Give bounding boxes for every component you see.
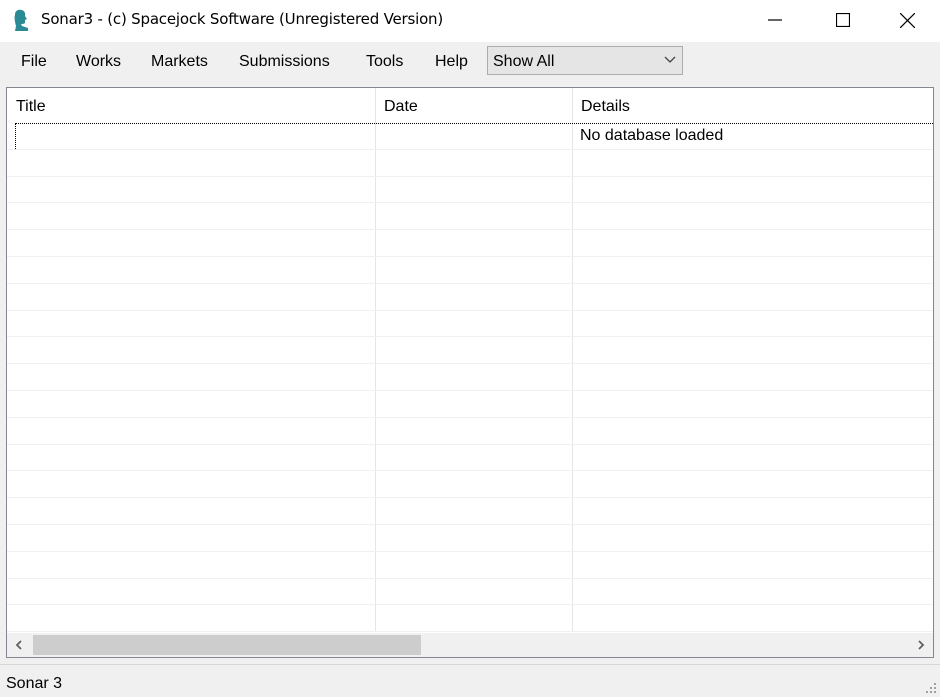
app-silhouette-icon	[14, 9, 28, 31]
list-row[interactable]	[7, 203, 933, 231]
scroll-thumb[interactable]	[33, 635, 421, 655]
menu-bar: File Works Markets Submissions Tools Hel…	[0, 42, 940, 80]
scroll-left-button[interactable]	[7, 633, 31, 657]
list-row[interactable]	[7, 257, 933, 284]
close-button[interactable]	[884, 0, 930, 40]
menu-markets[interactable]: Markets	[151, 53, 208, 71]
list-row[interactable]	[7, 418, 933, 445]
resize-grip-icon[interactable]	[925, 682, 937, 694]
column-header-date[interactable]: Date	[375, 88, 572, 122]
list-rows: No database loaded	[7, 123, 933, 633]
chevron-right-icon	[918, 640, 925, 650]
submissions-list[interactable]: Title Date Details No database loaded	[6, 87, 934, 658]
column-header-title[interactable]: Title	[7, 88, 375, 122]
horizontal-scrollbar[interactable]	[7, 633, 933, 657]
list-row[interactable]	[7, 498, 933, 525]
list-row[interactable]	[7, 471, 933, 499]
menu-help[interactable]: Help	[435, 53, 468, 71]
list-row[interactable]	[7, 579, 933, 606]
cell-date	[375, 123, 572, 149]
maximize-button[interactable]	[820, 0, 866, 40]
chevron-left-icon	[15, 640, 22, 650]
status-text: Sonar 3	[6, 675, 63, 692]
menu-works[interactable]: Works	[76, 53, 121, 71]
title-bar: Sonar3 - (c) Spacejock Software (Unregis…	[0, 0, 940, 42]
chevron-down-icon	[664, 56, 676, 63]
status-bar: Sonar 3	[0, 664, 940, 697]
maximize-icon	[836, 13, 850, 27]
menu-submissions[interactable]: Submissions	[239, 53, 330, 71]
list-row[interactable]	[7, 177, 933, 204]
list-row[interactable]	[7, 391, 933, 418]
minimize-button[interactable]	[752, 0, 798, 40]
scroll-right-button[interactable]	[909, 633, 933, 657]
list-row[interactable]	[7, 284, 933, 311]
list-row[interactable]	[7, 605, 933, 633]
close-icon	[899, 12, 915, 28]
window-title: Sonar3 - (c) Spacejock Software (Unregis…	[41, 10, 444, 28]
list-row[interactable]	[7, 311, 933, 338]
list-row[interactable]	[7, 525, 933, 552]
list-row[interactable]	[7, 445, 933, 472]
minimize-icon	[768, 19, 782, 21]
menu-file[interactable]: File	[21, 53, 47, 71]
cell-details: No database loaded	[580, 127, 724, 144]
column-header-details[interactable]: Details	[572, 88, 933, 122]
list-row[interactable]	[7, 150, 933, 177]
list-row[interactable]	[7, 552, 933, 579]
filter-selected-value: Show All	[493, 53, 555, 70]
cell-title	[7, 123, 375, 149]
filter-dropdown[interactable]: Show All	[487, 46, 683, 75]
menu-tools[interactable]: Tools	[366, 53, 403, 71]
list-header: Title Date Details	[7, 88, 933, 122]
list-row[interactable]	[7, 337, 933, 365]
list-row[interactable]	[7, 230, 933, 257]
list-row[interactable]: No database loaded	[7, 123, 933, 150]
list-row[interactable]	[7, 364, 933, 391]
